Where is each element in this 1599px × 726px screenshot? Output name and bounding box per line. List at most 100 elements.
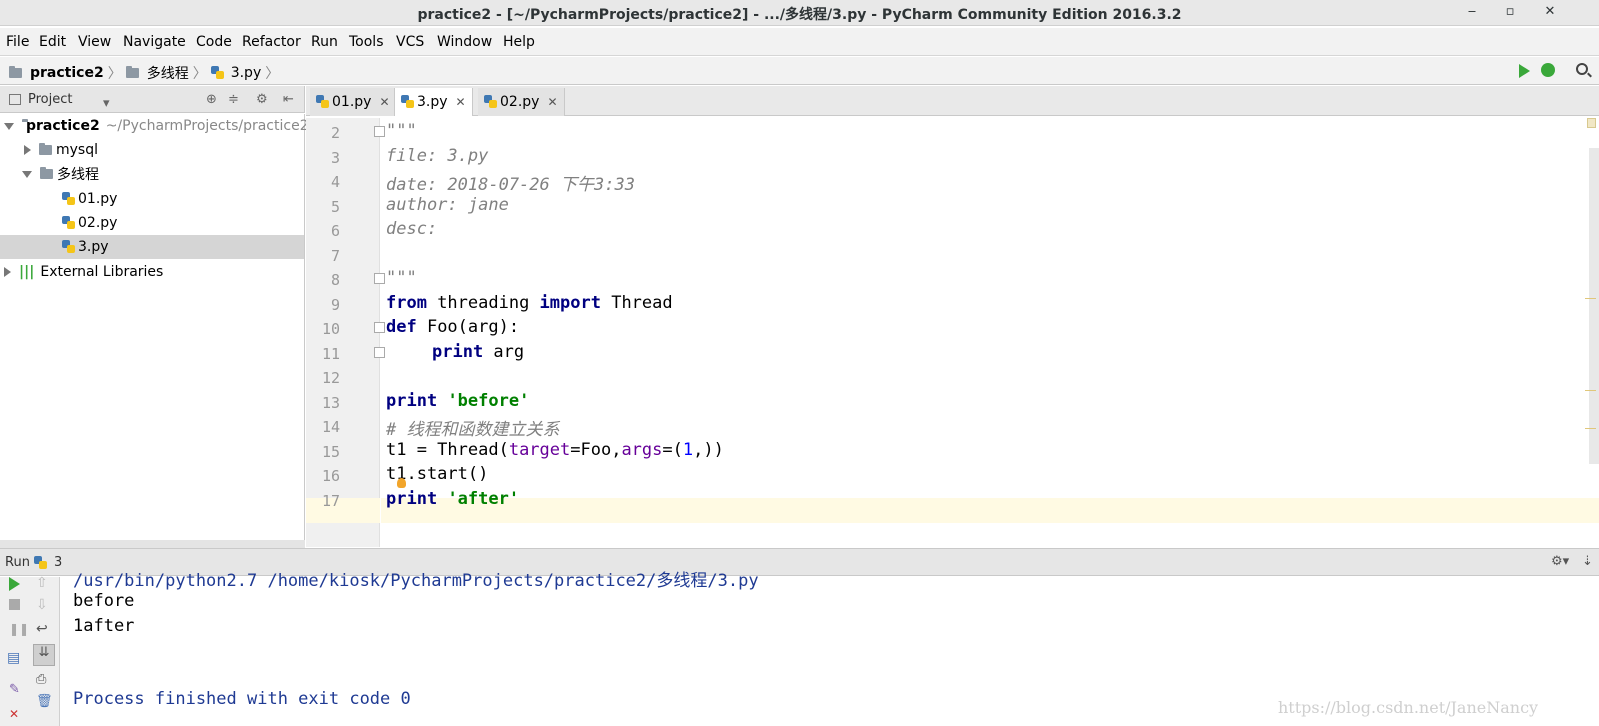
line-number: 2 — [330, 124, 340, 142]
fold-marker-icon[interactable] — [374, 273, 385, 284]
trash-icon[interactable]: 🗑 — [36, 694, 53, 709]
hide-icon[interactable]: ⇣ — [1582, 554, 1593, 569]
up-arrow-icon[interactable]: ⇧ — [36, 575, 50, 591]
code-line-10: def Foo(arg): — [386, 317, 519, 337]
menu-view[interactable]: View — [78, 34, 111, 50]
keyword: from — [386, 293, 427, 313]
debug-icon[interactable] — [1541, 63, 1555, 77]
project-panel-header: Project ▾ ⊕ ≑ ⚙ ⇤ — [0, 86, 305, 113]
pause-icon[interactable]: ❚❚ — [9, 622, 29, 636]
line-number: 5 — [330, 198, 340, 216]
menu-code[interactable]: Code — [196, 34, 232, 50]
scroll-to-end-icon[interactable]: ⇊ — [33, 644, 55, 666]
fold-marker-icon[interactable] — [374, 322, 385, 333]
gear-icon[interactable]: ⚙▾ — [1551, 554, 1569, 569]
fold-marker-icon[interactable] — [374, 347, 385, 358]
chevron-down-icon[interactable] — [22, 170, 32, 178]
down-arrow-icon[interactable]: ⇩ — [36, 597, 50, 613]
locate-icon[interactable]: ⊕ — [206, 92, 217, 107]
chevron-right-icon[interactable] — [4, 267, 11, 277]
project-tree: practice2 ~/PycharmProjects/practice2 my… — [0, 114, 309, 540]
menu-tools[interactable]: Tools — [349, 34, 384, 50]
tree-item-project-root[interactable]: practice2 ~/PycharmProjects/practice2 — [0, 114, 309, 138]
close-icon[interactable]: ✕ — [379, 95, 389, 109]
python-file-icon — [62, 216, 75, 230]
keyword: def — [386, 317, 417, 337]
run-tab[interactable]: Run 3 — [5, 555, 62, 570]
run-tab-label: Run — [5, 555, 30, 570]
close-button[interactable]: ✕ — [1539, 2, 1561, 22]
layout-icon[interactable]: ▤ — [7, 650, 21, 666]
menu-help[interactable]: Help — [503, 34, 535, 50]
tab-label: 3.py — [417, 94, 448, 110]
breadcrumb: practice2 〉 多线程 〉 3.py 〉 — [9, 63, 279, 83]
tree-item-02py[interactable]: 02.py — [0, 211, 304, 235]
chevron-right-icon[interactable] — [24, 145, 31, 155]
code-editor[interactable]: 2 3 4 5 6 7 8 9 10 11 12 13 14 15 16 17 … — [306, 118, 1599, 547]
python-file-icon — [62, 192, 75, 206]
stop-icon[interactable] — [9, 599, 20, 610]
tab-label: 01.py — [332, 94, 372, 110]
maximize-button[interactable]: ▫ — [1499, 2, 1521, 22]
folder-icon — [9, 66, 22, 78]
error-stripe-mark[interactable] — [1585, 298, 1596, 299]
project-panel-title[interactable]: Project — [28, 92, 72, 107]
close-icon[interactable]: ✕ — [9, 707, 23, 721]
fold-marker-icon[interactable] — [374, 126, 385, 137]
project-horizontal-scrollbar[interactable] — [0, 540, 305, 548]
chevron-down-icon[interactable]: ▾ — [103, 96, 110, 111]
tab-01py[interactable]: 01.py ✕ — [310, 88, 397, 116]
pin-icon[interactable]: ✎ — [9, 682, 23, 697]
line-number: 13 — [321, 394, 340, 412]
menu-file[interactable]: File — [6, 34, 29, 50]
tree-item-01py[interactable]: 01.py — [0, 187, 304, 211]
minimize-button[interactable]: ‒ — [1461, 2, 1483, 22]
python-file-icon — [401, 95, 414, 109]
error-stripe-mark[interactable] — [1585, 390, 1596, 391]
breadcrumb-file[interactable]: 3.py — [231, 65, 262, 81]
console-exit-message: Process finished with exit code 0 — [73, 689, 411, 709]
gear-icon[interactable]: ⚙ — [256, 92, 268, 107]
python-file-icon — [210, 66, 224, 80]
tab-02py[interactable]: 02.py ✕ — [478, 88, 565, 116]
tab-3py[interactable]: 3.py ✕ — [394, 88, 473, 116]
string-literal: 'after' — [447, 489, 520, 509]
code-line-17: print 'after' — [386, 489, 519, 509]
close-icon[interactable]: ✕ — [547, 95, 557, 109]
menu-window[interactable]: Window — [437, 34, 492, 50]
code-fragment: =Foo, — [570, 440, 622, 460]
tree-item-external-libraries[interactable]: ||| External Libraries — [0, 260, 304, 284]
tree-item-mysql[interactable]: mysql — [0, 138, 304, 162]
rerun-icon[interactable] — [9, 577, 20, 591]
tree-item-3py[interactable]: 3.py — [0, 235, 304, 259]
inspection-status-icon[interactable] — [1587, 118, 1596, 128]
breadcrumb-separator: 〉 — [265, 66, 280, 82]
run-tab-config: 3 — [53, 555, 63, 570]
menu-vcs[interactable]: VCS — [396, 34, 424, 50]
code-line-9: from threading import Thread — [386, 293, 673, 313]
editor-vertical-scrollbar[interactable] — [1589, 148, 1599, 464]
chevron-down-icon[interactable] — [4, 122, 14, 130]
intention-bulb-icon[interactable] — [397, 478, 406, 488]
menu-run[interactable]: Run — [311, 34, 338, 50]
breadcrumb-project[interactable]: practice2 — [30, 65, 104, 81]
tree-item-duoxiancheng[interactable]: 多线程 — [0, 162, 304, 186]
print-icon[interactable]: ⎙ — [36, 672, 50, 687]
python-file-icon — [484, 95, 497, 109]
menu-edit[interactable]: Edit — [39, 34, 66, 50]
line-number: 17 — [321, 492, 340, 510]
breadcrumb-folder[interactable]: 多线程 — [147, 63, 189, 83]
collapse-icon[interactable]: ≑ — [228, 92, 239, 107]
tree-item-label: 3.py — [78, 239, 109, 255]
error-stripe-mark[interactable] — [1585, 428, 1596, 429]
close-icon[interactable]: ✕ — [456, 95, 466, 109]
code-line-8: """ — [386, 268, 417, 288]
soft-wrap-icon[interactable]: ↩ — [36, 621, 50, 637]
line-number: 16 — [321, 467, 340, 485]
run-icon[interactable] — [1519, 64, 1530, 78]
hide-icon[interactable]: ⇤ — [283, 92, 294, 107]
menu-refactor[interactable]: Refactor — [242, 34, 301, 50]
menu-navigate[interactable]: Navigate — [123, 34, 186, 50]
search-icon[interactable] — [1576, 63, 1588, 75]
line-number: 4 — [330, 173, 340, 191]
